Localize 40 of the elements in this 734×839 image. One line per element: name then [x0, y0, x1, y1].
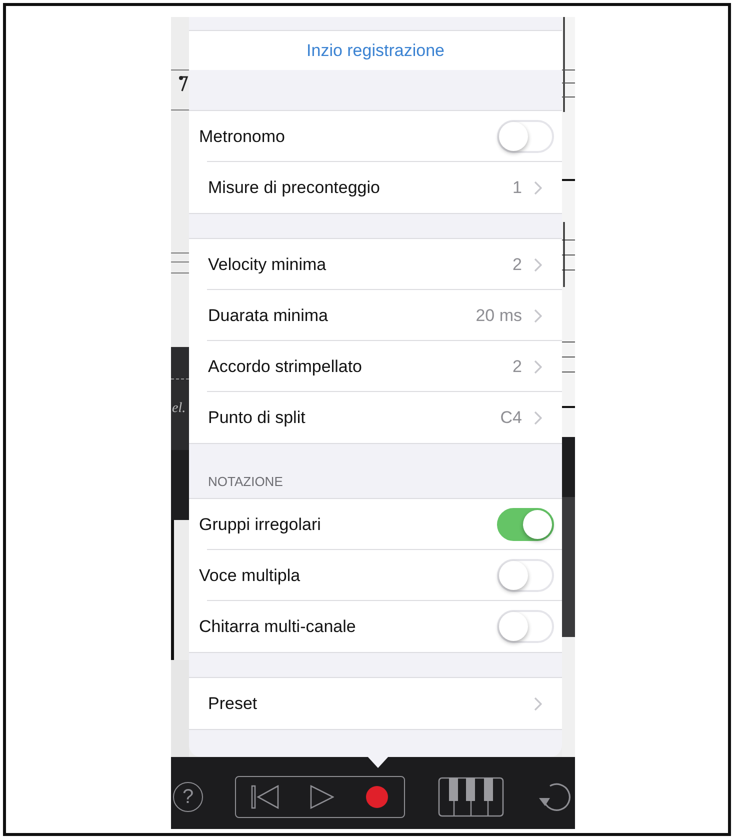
score-text: el.	[172, 401, 186, 417]
start-recording-button[interactable]: Inzio registrazione	[189, 30, 562, 70]
row-label: Punto di split	[208, 408, 306, 428]
row-label: Metronomo	[199, 126, 286, 146]
settings-row[interactable]: Velocity minima 2	[189, 239, 562, 290]
settings-row[interactable]: Gruppi irregolari	[189, 499, 562, 550]
section-header: NOTAZIONE	[208, 474, 283, 489]
settings-row[interactable]: Preset	[189, 678, 562, 729]
row-value: 1	[512, 178, 522, 198]
settings-row[interactable]: Accordo strimpellato 2	[189, 341, 562, 392]
row-label: Velocity minima	[208, 254, 328, 274]
row-value: 2	[512, 254, 522, 274]
settings-row[interactable]: Punto di split C4	[189, 392, 562, 443]
settings-row[interactable]: Chitarra multi-canale	[189, 601, 562, 652]
row-label: Gruppi irregolari	[199, 514, 322, 534]
settings-row[interactable]: Metronomo	[189, 111, 562, 162]
chevron-icon	[534, 308, 542, 322]
row-label: Misure di preconteggio	[208, 178, 381, 198]
settings-row[interactable]: Voce multipla	[189, 550, 562, 601]
play-icon[interactable]	[310, 785, 334, 809]
settings-row[interactable]: Duarata minima 20 ms	[189, 290, 562, 341]
chevron-icon	[534, 258, 542, 272]
row-value: C4	[500, 408, 522, 428]
row-label: Accordo strimpellato	[208, 356, 364, 376]
settings-row[interactable]: Misure di preconteggio 1	[189, 162, 562, 213]
row-label: Voce multipla	[199, 566, 302, 586]
row-value: 2	[512, 356, 522, 376]
chevron-icon	[534, 360, 542, 374]
piano-keyboard-icon[interactable]	[438, 777, 504, 817]
help-button[interactable]: ?	[173, 782, 203, 812]
row-label: Chitarra multi-canale	[199, 616, 357, 636]
row-label: Duarata minima	[208, 306, 329, 326]
chevron-icon	[534, 410, 542, 424]
chevron-icon	[534, 180, 542, 194]
toggle-switch[interactable]	[497, 508, 554, 541]
row-label: Preset	[208, 694, 258, 714]
row-value: 20 ms	[476, 306, 522, 326]
record-icon[interactable]	[364, 785, 389, 809]
skip-back-icon[interactable]	[251, 785, 280, 809]
chevron-icon	[534, 696, 542, 710]
